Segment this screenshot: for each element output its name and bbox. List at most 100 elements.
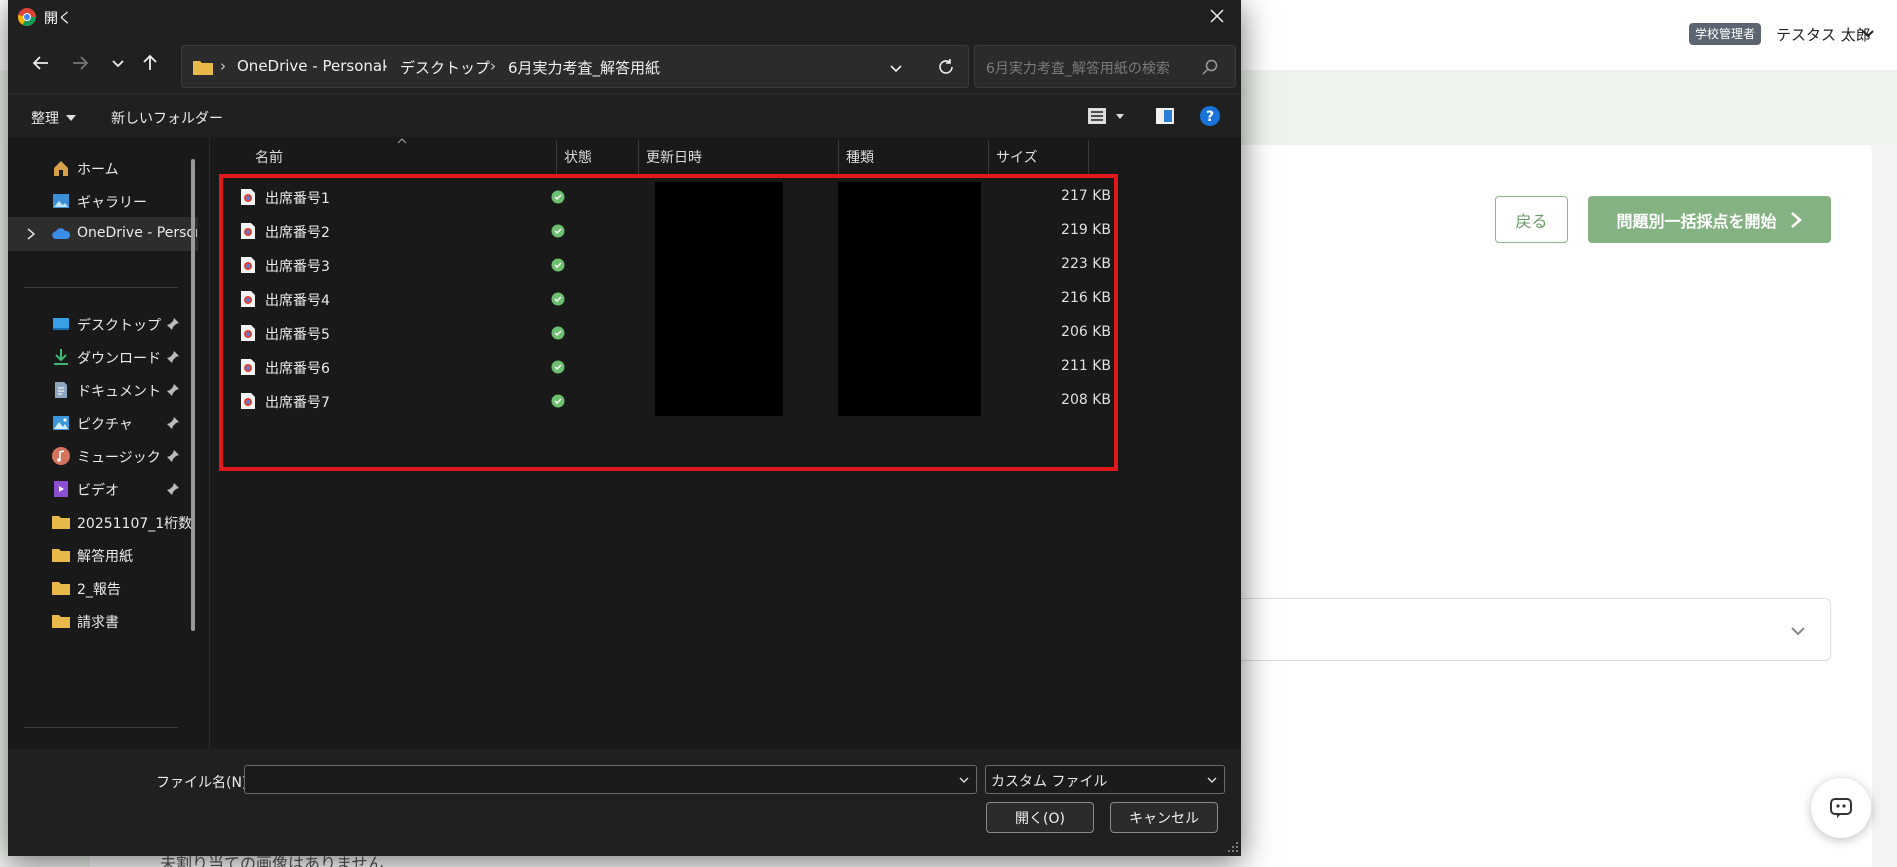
sidebar-item-folder[interactable]: 解答用紙 [8,538,198,572]
pin-icon[interactable] [166,317,180,331]
dialog-title: 開く [44,11,72,27]
breadcrumb-separator: › [490,57,496,75]
sidebar-item-folder[interactable]: 2_報告 [8,571,198,605]
chevron-down-icon[interactable] [887,59,905,77]
folder-icon [193,61,213,75]
sidebar-divider [24,287,178,288]
highlight-frame [219,174,1118,471]
sidebar-item-videos[interactable]: ビデオ [8,472,198,506]
column-header-type[interactable]: 種類 [846,147,874,167]
sidebar-item-pictures[interactable]: ピクチャ [8,406,198,440]
sidebar-item-label: 請求書 [77,615,119,631]
breadcrumb-onedrive[interactable]: OneDrive - Personal [237,57,386,75]
sidebar-scrollbar[interactable] [191,159,195,631]
column-separator[interactable] [838,140,839,174]
up-arrow-icon[interactable] [137,50,163,76]
chevron-right-icon[interactable] [26,228,36,240]
address-bar[interactable]: › OneDrive - Personal › デスクトップ › 6月実力考査_… [181,45,969,88]
chevron-down-icon [1207,777,1217,783]
sidebar-divider [24,727,178,728]
music-icon [52,447,70,465]
caret-down-icon [66,115,76,121]
filename-input[interactable] [244,765,977,794]
pin-icon[interactable] [166,383,180,397]
sidebar-item-home[interactable]: ホーム [8,151,198,185]
navigation-pane: ホーム ギャラリー OneDrive - Personal デスクトップ ダウン… [8,137,208,749]
sidebar-item-music[interactable]: ミュージック [8,439,198,473]
sidebar-item-label: 20251107_1桁数 [77,516,193,532]
sidebar-item-folder[interactable]: 請求書 [8,604,198,638]
sidebar-item-documents[interactable]: ドキュメント [8,373,198,407]
sidebar-item-label: 解答用紙 [77,549,133,565]
recent-locations-chevron-icon[interactable] [105,50,131,76]
column-separator[interactable] [988,140,989,174]
chevron-right-icon [1790,211,1802,228]
document-icon [55,382,67,398]
search-input[interactable]: 6月実力考査_解答用紙の検索 [974,45,1236,88]
start-bulk-grading-button[interactable]: 問題別一括採点を開始 [1588,196,1831,243]
breadcrumb-desktop[interactable]: デスクトップ [400,57,490,78]
resize-grip-icon[interactable] [1227,841,1239,853]
view-options-icon[interactable] [1086,105,1108,127]
chevron-down-icon[interactable] [958,774,970,786]
column-separator[interactable] [638,140,639,174]
chevron-down-icon[interactable] [1860,26,1876,42]
open-button[interactable]: 開く(O) [986,802,1094,833]
caret-down-icon[interactable] [1114,105,1126,127]
forward-arrow-icon[interactable] [67,50,93,76]
home-icon [54,161,68,176]
help-icon[interactable]: ? [1199,105,1221,127]
chat-support-button[interactable] [1811,778,1871,838]
search-placeholder: 6月実力考査_解答用紙の検索 [986,61,1170,77]
pin-icon[interactable] [166,416,180,430]
chevron-down-icon [1791,627,1805,636]
svg-text:?: ? [1206,109,1214,125]
sidebar-item-folder[interactable]: 20251107_1桁数 [8,505,198,539]
filetype-value: カスタム ファイル [991,774,1108,790]
role-badge: 学校管理者 [1689,23,1762,45]
refresh-icon[interactable] [936,57,956,77]
preview-pane-icon[interactable] [1154,105,1176,127]
dialog-titlebar: 開く [8,0,1241,33]
sidebar-item-label: OneDrive - Personal [77,225,197,241]
column-header-name[interactable]: 名前 [255,147,283,167]
command-bar: 整理 新しいフォルダー ? [8,93,1241,137]
pin-icon[interactable] [166,350,180,364]
back-arrow-icon[interactable] [28,50,54,76]
download-icon [54,349,68,365]
breadcrumb-separator: › [220,57,226,75]
sidebar-item-label: 2_報告 [77,582,121,598]
sidebar-item-gallery[interactable]: ギャラリー [8,184,198,218]
start-button-label: 問題別一括採点を開始 [1616,211,1777,231]
user-name[interactable]: テスタス 太郎 [1776,24,1871,45]
column-header-size[interactable]: サイズ [996,147,1038,167]
chat-bot-icon [1830,798,1852,818]
column-separator[interactable] [1088,140,1089,174]
chrome-icon [17,8,36,26]
column-header-modified[interactable]: 更新日時 [646,147,702,167]
pin-icon[interactable] [166,449,180,463]
breadcrumb-current-folder[interactable]: 6月実力考査_解答用紙 [508,57,660,78]
folder-icon [52,615,70,628]
folder-icon [52,582,70,595]
navigation-bar: › OneDrive - Personal › デスクトップ › 6月実力考査_… [8,33,1241,93]
new-folder-button[interactable]: 新しいフォルダー [111,108,223,128]
back-button[interactable]: 戻る [1495,196,1568,243]
filetype-select[interactable]: カスタム ファイル [985,765,1225,794]
cancel-button[interactable]: キャンセル [1110,802,1218,833]
sidebar-item-onedrive[interactable]: OneDrive - Personal [8,217,198,251]
column-header-status[interactable]: 状態 [564,147,592,167]
folder-icon [52,549,70,562]
pin-icon[interactable] [166,482,180,496]
filename-label: ファイル名(N): [156,775,253,791]
folder-icon [52,516,70,529]
desktop-icon [53,318,69,330]
breadcrumb-separator: › [382,57,388,75]
close-icon[interactable] [1208,7,1226,25]
sidebar-item-desktop[interactable]: デスクトップ [8,307,198,341]
sidebar-item-downloads[interactable]: ダウンロード [8,340,198,374]
organize-menu[interactable]: 整理 [31,108,59,128]
dialog-footer: ファイル名(N): カスタム ファイル 開く(O) キャンセル [8,749,1241,856]
onedrive-cloud-icon [52,228,71,239]
column-separator[interactable] [556,140,557,174]
